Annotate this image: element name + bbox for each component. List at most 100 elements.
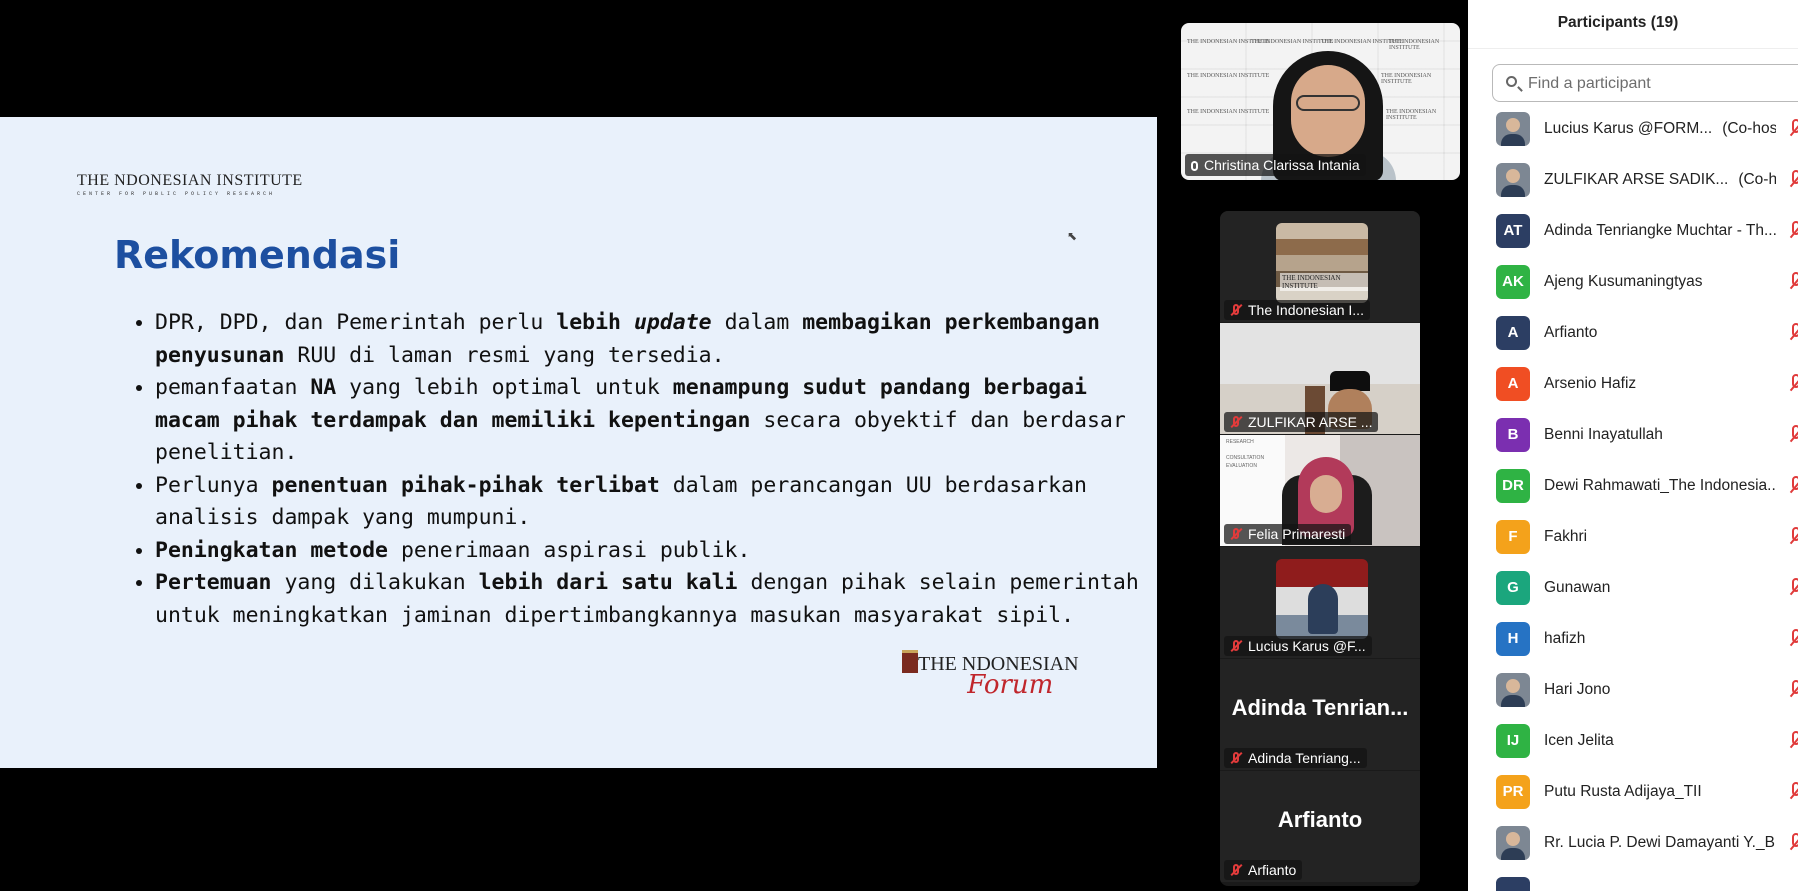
avatar <box>1496 826 1530 860</box>
participant-name: Arfianto <box>1544 324 1598 341</box>
institute-logo-subtitle: CENTER FOR PUBLIC POLICY RESEARCH <box>77 191 276 197</box>
participant-row[interactable]: F Fakhri <box>1468 512 1798 563</box>
muted-mic-icon[interactable] <box>1788 221 1798 241</box>
backdrop-logo-text: THE INDONESIAN INSTITUTE <box>1187 109 1270 115</box>
video-tile[interactable]: RESEARCH CONSULTATION EVALUATION Felia P… <box>1220 435 1420 546</box>
avatar: A <box>1496 367 1530 401</box>
recommendation-text: update <box>633 310 712 335</box>
participant-row[interactable]: A Arsenio Hafiz <box>1468 359 1798 410</box>
shared-screen-slide: THE NDONESIAN INSTITUTE CENTER FOR PUBLI… <box>0 117 1157 768</box>
participant-name: Hari Jono <box>1544 681 1611 698</box>
tile-name: Felia Primaresti <box>1248 526 1346 542</box>
muted-mic-icon[interactable] <box>1788 629 1798 649</box>
participant-row[interactable]: A Arfianto <box>1468 308 1798 359</box>
recommendation-text: NA <box>310 375 337 400</box>
tile-name-label: Adinda Tenriang... <box>1224 748 1367 768</box>
tile-name-label: Felia Primaresti <box>1224 524 1352 544</box>
muted-mic-icon[interactable] <box>1788 119 1798 139</box>
video-tile[interactable]: Arfianto Arfianto <box>1220 771 1420 882</box>
video-tile[interactable]: ZULFIKAR ARSE ... <box>1220 323 1420 434</box>
participant-name: Benni Inayatullah <box>1544 426 1663 443</box>
profile-picture: THE INDONESIAN INSTITUTE <box>1276 223 1368 303</box>
muted-mic-icon[interactable] <box>1788 527 1798 547</box>
muted-mic-icon[interactable] <box>1788 425 1798 445</box>
recommendation-text: yang dilakukan <box>271 570 479 595</box>
participant-name: ZULFIKAR ARSE SADIK... <box>1544 171 1729 188</box>
participant-name: Ajeng Kusumaningtyas <box>1544 273 1703 290</box>
recommendation-text: penerimaan aspirasi publik. <box>388 537 751 563</box>
participant-name-group: Hari Jono <box>1544 681 1610 699</box>
speaker-name: Christina Clarissa Intania <box>1204 157 1360 173</box>
video-person-cap <box>1330 371 1370 391</box>
participant-row[interactable]: AK Ajeng Kusumaningtyas <box>1468 257 1798 308</box>
participant-name: Putu Rusta Adijaya_TII <box>1544 783 1702 800</box>
muted-mic-icon[interactable] <box>1788 578 1798 598</box>
video-tile[interactable]: THE INDONESIAN INSTITUTE The Indonesian … <box>1220 211 1420 322</box>
recommendation-item: pemanfaatan NA yang lebih optimal untuk … <box>155 372 1155 470</box>
muted-mic-icon[interactable] <box>1788 170 1798 190</box>
tile-name-label: ZULFIKAR ARSE ... <box>1224 412 1379 432</box>
video-tile[interactable]: Lucius Karus @F... <box>1220 547 1420 658</box>
participant-row[interactable]: Lucius Karus @FORM... (Co-host) <box>1468 104 1798 155</box>
recommendation-item: Pertemuan yang dilakukan lebih dari satu… <box>155 567 1155 632</box>
participant-list[interactable]: Lucius Karus @FORM...(Co-host) ZULFIKAR A… <box>1468 104 1798 891</box>
muted-mic-icon <box>1230 640 1242 652</box>
participant-name-group: Adinda Tenriangke Muchtar - Th... <box>1544 222 1776 240</box>
poster-text: EVALUATION <box>1226 463 1257 469</box>
mouse-cursor-icon: ⬉ <box>1067 229 1078 243</box>
gallery-strip[interactable]: THE INDONESIAN INSTITUTE The Indonesian … <box>1220 211 1420 886</box>
muted-mic-icon <box>1230 304 1242 316</box>
muted-mic-icon[interactable] <box>1788 833 1798 853</box>
participant-row[interactable]: AT Adinda Tenriangke Muchtar - Th... <box>1468 206 1798 257</box>
avatar <box>1496 673 1530 707</box>
search-icon <box>1506 76 1517 87</box>
participant-row[interactable]: B Benni Inayatullah <box>1468 410 1798 461</box>
participant-row[interactable]: PR Putu Rusta Adijaya_TII <box>1468 767 1798 818</box>
muted-mic-icon[interactable] <box>1788 374 1798 394</box>
forum-logo: THE NDONESIAN Forum <box>902 650 1079 700</box>
tile-name: ZULFIKAR ARSE ... <box>1248 414 1373 430</box>
muted-mic-icon <box>1230 864 1242 876</box>
muted-mic-icon[interactable] <box>1788 272 1798 292</box>
muted-mic-icon[interactable] <box>1788 680 1798 700</box>
participant-row[interactable]: ZULFIKAR ARSE SADIK... (Co-host) <box>1468 155 1798 206</box>
participant-name-group: Putu Rusta Adijaya_TII <box>1544 783 1702 801</box>
recommendation-text: RUU di laman resmi yang tersedia. <box>284 342 725 368</box>
participant-name-group: ZULFIKAR ARSE SADIK... (Co-host) <box>1544 171 1776 189</box>
active-speaker-video[interactable]: THE INDONESIAN INSTITUTE THE INDONESIAN … <box>1181 23 1460 180</box>
participant-row[interactable] <box>1468 869 1798 891</box>
muted-mic-icon <box>1230 752 1242 764</box>
recommendation-text: DPR, DPD, dan Pemerintah perlu <box>155 310 557 335</box>
institute-logo: THE NDONESIAN INSTITUTE CENTER FOR PUBLI… <box>77 172 303 197</box>
participants-panel: Participants (19) Lucius Karus @FORM... (… <box>1468 0 1798 891</box>
avatar: AK <box>1496 265 1530 299</box>
participant-row[interactable]: IJ Icen Jelita <box>1468 716 1798 767</box>
participant-row[interactable]: Hhafizh <box>1468 614 1798 665</box>
participant-name-group: Arfianto <box>1544 324 1597 342</box>
search-input[interactable] <box>1526 71 1790 97</box>
avatar <box>1496 877 1530 891</box>
recommendation-list: DPR, DPD, dan Pemerintah perlu lebih upd… <box>130 307 1155 632</box>
participant-search[interactable] <box>1492 64 1798 102</box>
tile-name-label: Lucius Karus @F... <box>1224 636 1372 656</box>
participant-row[interactable]: G Gunawan <box>1468 563 1798 614</box>
poster-text: RESEARCH <box>1226 439 1254 445</box>
avatar <box>1496 112 1530 146</box>
muted-mic-icon[interactable] <box>1788 782 1798 802</box>
profile-person <box>1308 584 1338 634</box>
recommendation-text: pemanfaatan <box>155 375 311 400</box>
muted-mic-icon[interactable] <box>1788 731 1798 751</box>
avatar: G <box>1496 571 1530 605</box>
muted-mic-icon[interactable] <box>1788 323 1798 343</box>
video-tile[interactable]: Adinda Tenrian... Adinda Tenriang... <box>1220 659 1420 770</box>
recommendation-text: lebih <box>556 310 634 335</box>
tile-name: Arfianto <box>1248 862 1297 878</box>
participant-row[interactable]: Hari Jono <box>1468 665 1798 716</box>
participant-name-group: Gunawan <box>1544 579 1610 597</box>
participant-row[interactable]: DR Dewi Rahmawati_The Indonesia... <box>1468 461 1798 512</box>
participant-name: Gunawan <box>1544 579 1611 596</box>
participant-name-group: Benni Inayatullah <box>1544 426 1663 444</box>
participant-row[interactable]: Rr. Lucia P. Dewi Damayanti Y._B... <box>1468 818 1798 869</box>
avatar: PR <box>1496 775 1530 809</box>
muted-mic-icon[interactable] <box>1788 476 1798 496</box>
